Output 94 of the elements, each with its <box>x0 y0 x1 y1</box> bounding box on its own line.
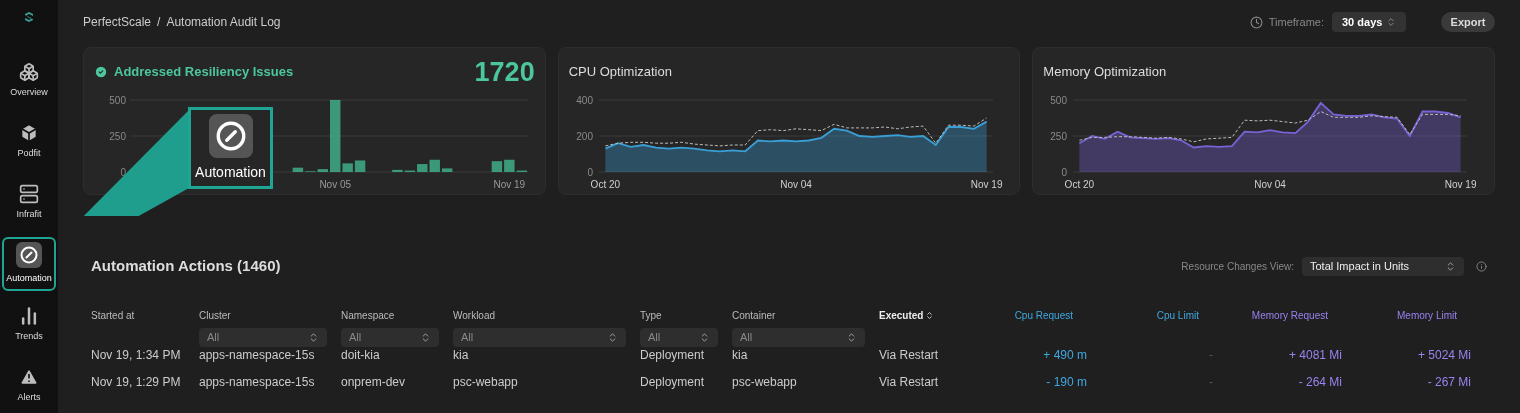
table-cell-text: - 190 m <box>1045 374 1087 391</box>
table-cell-text: Nov 19, 1:29 PM <box>91 374 182 391</box>
clock-icon <box>1249 15 1263 29</box>
caret-icon <box>420 331 431 343</box>
bar <box>354 160 366 172</box>
caret-icon <box>1386 17 1396 27</box>
axis-label: 200 <box>575 131 593 142</box>
column-header: Workload <box>453 308 497 323</box>
section-title: Automation Actions (1460) <box>91 256 281 276</box>
column-header: Memory Request <box>1251 308 1328 323</box>
table-cell-text: + 5024 Mi <box>1416 347 1471 364</box>
column-header: Cpu Limit <box>1156 308 1199 323</box>
card-title: Addressed Resiliency Issues <box>114 63 294 82</box>
timeframe-select[interactable]: 30 days <box>1332 12 1406 32</box>
table-cell-text: Deployment <box>640 374 706 391</box>
axis-label: Nov 19 <box>493 179 526 190</box>
nav-item[interactable]: Alerts <box>2 359 56 413</box>
total-count: 1720 <box>474 55 535 89</box>
table-cell-text: + 490 m <box>1042 347 1087 364</box>
axis-label: 250 <box>1050 131 1068 142</box>
axis-label: Nov 19 <box>1445 179 1477 190</box>
table-cell-text: onprem-dev <box>341 374 407 391</box>
column-header: Type <box>640 308 663 323</box>
table-cell-text: kia <box>732 347 749 364</box>
axis-label: 0 <box>120 167 126 178</box>
table-cell-text: - <box>1208 347 1213 364</box>
page-title: Automation Audit Log <box>166 14 281 31</box>
filter-select[interactable]: All <box>341 327 439 347</box>
axis-label: Oct 20 <box>1064 179 1095 190</box>
callout-label: Automation <box>195 162 266 182</box>
nav-item[interactable]: Overview <box>2 54 56 108</box>
caret-icon <box>607 331 618 343</box>
column-header[interactable]: Executed <box>879 307 985 323</box>
filter-select[interactable]: All <box>732 327 865 347</box>
table-cell-text: Via Restart <box>879 374 940 391</box>
axis-label: Nov 05 <box>319 179 352 190</box>
filter-select[interactable]: All <box>453 327 626 347</box>
axis-label: Nov 04 <box>1254 179 1287 190</box>
table-cell-text: apps-namespace-15s <box>199 374 316 391</box>
table-cell-text: psc-webapp <box>732 374 798 391</box>
check-icon <box>94 65 108 79</box>
cube-icon <box>19 123 39 144</box>
column-header: Memory Limit <box>1397 308 1457 323</box>
timeframe-label: Timeframe: <box>1268 14 1324 30</box>
card-title: CPU Optimization <box>568 63 672 82</box>
axis-label: Nov 19 <box>970 179 1003 190</box>
caret-icon <box>846 331 857 343</box>
axis-label: 500 <box>109 95 126 106</box>
server-icon <box>19 184 39 205</box>
axis-label: 400 <box>575 95 593 106</box>
table-cell-text: kia <box>453 347 470 364</box>
caret-icon <box>308 331 319 343</box>
nav-item[interactable]: Infrafit <box>2 176 56 230</box>
nav-item[interactable]: Podfit <box>2 115 56 169</box>
axis-label: Nov 04 <box>779 179 812 190</box>
column-header: Started at <box>91 308 136 323</box>
nav-item[interactable]: Automation <box>2 237 56 291</box>
sort-icon <box>925 310 935 320</box>
automation-icon <box>208 113 253 158</box>
view-label: Resource Changes View: <box>1181 259 1294 274</box>
boxes-icon <box>19 62 39 83</box>
table-cell-text: - 264 Mi <box>1297 374 1342 391</box>
export-button[interactable]: Export <box>1441 12 1495 32</box>
card-title: Memory Optimization <box>1043 63 1167 82</box>
nav-item[interactable]: Trends <box>2 298 56 352</box>
view-select[interactable]: Total Impact in Units <box>1302 256 1464 276</box>
column-header: Namespace <box>341 308 396 323</box>
filter-select[interactable]: All <box>640 327 718 347</box>
caret-icon <box>1445 260 1456 272</box>
column-header: Cluster <box>199 308 232 323</box>
caret-icon <box>699 331 710 343</box>
bar <box>491 161 503 172</box>
table-cell-text: + 4081 Mi <box>1287 347 1342 364</box>
axis-label: 500 <box>1050 95 1068 106</box>
table-cell-text: Via Restart <box>879 347 940 364</box>
table-cell-text: Deployment <box>640 347 706 364</box>
info-icon <box>1476 260 1487 272</box>
table-cell-text: Nov 19, 1:34 PM <box>91 347 182 364</box>
column-header: Cpu Request <box>1014 308 1073 323</box>
axis-label: 0 <box>1061 167 1068 178</box>
breadcrumb-link[interactable]: PerfectScale <box>83 13 152 31</box>
axis-label: 0 <box>587 167 593 178</box>
axis-label: 250 <box>109 131 126 142</box>
table-cell-text: doit-kia <box>341 347 381 364</box>
table-cell-text: apps-namespace-15s <box>199 347 316 364</box>
automation-icon <box>16 242 42 269</box>
column-header: Container <box>732 308 777 323</box>
breadcrumb-separator: / <box>157 14 161 31</box>
table-cell-text: - <box>1208 374 1213 391</box>
axis-label: Oct 20 <box>590 179 620 190</box>
table-cell-text: psc-webapp <box>453 374 519 391</box>
bar-chart-icon <box>19 306 39 327</box>
table-cell-text: - 267 Mi <box>1426 374 1471 391</box>
filter-select[interactable]: All <box>199 327 327 347</box>
